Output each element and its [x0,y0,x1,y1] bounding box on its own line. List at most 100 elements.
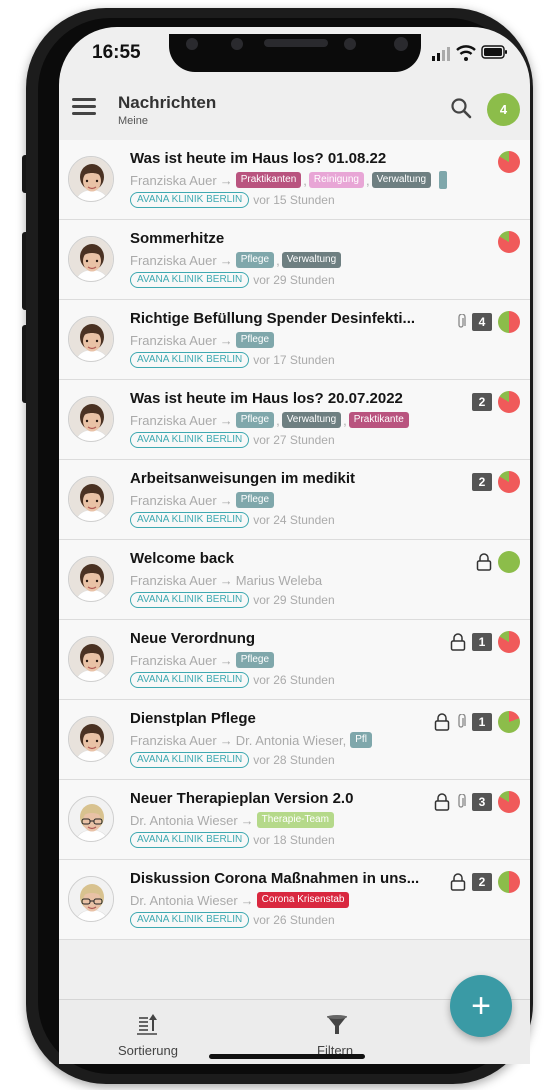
truncated-tag [439,171,448,189]
signal-icon [432,47,450,61]
message-status-icons [498,150,520,174]
battery-icon [481,45,507,59]
message-row[interactable]: Sommerhitze Franziska Auer → Pflege, Verwalt… [59,220,530,300]
read-status-indicator [498,711,520,733]
message-meta: AVANA KLINIK BERLIN vor 15 Stunden [130,192,335,208]
sort-icon[interactable] [136,1012,158,1036]
message-row[interactable]: Arbeitsanweisungen im medikit Franziska A… [59,460,530,540]
message-row[interactable]: Diskussion Corona Maßnahmen in uns... Dr.… [59,860,530,940]
message-meta: AVANA KLINIK BERLIN vor 26 Stunden [130,672,335,688]
organization-badge: AVANA KLINIK BERLIN [130,432,250,448]
filter-icon[interactable] [326,1013,348,1037]
message-row[interactable]: Was ist heute im Haus los? 20.07.2022 Fra… [59,380,530,460]
message-status-icons: 2 [472,470,520,494]
arrow-icon: → [219,652,233,668]
organization-badge: AVANA KLINIK BERLIN [130,592,250,608]
avatar [68,556,114,602]
message-meta: AVANA KLINIK BERLIN vor 29 Stunden [130,592,335,608]
lock-icon [450,633,466,651]
read-status-indicator [498,311,520,333]
read-status-indicator [498,471,520,493]
avatar [68,156,114,202]
message-row[interactable]: Neue Verordnung Franziska Auer → Pflege AVAN… [59,620,530,700]
lock-icon [434,713,450,731]
arrow-icon: → [219,492,233,508]
page-title: Nachrichten [118,93,217,112]
recipient-name: Dr. Antonia Wieser, [235,732,347,748]
message-row[interactable]: Neuer Therapieplan Version 2.0 Dr. Antoni… [59,780,530,860]
message-recipients: Franziska Auer → Pflege [130,651,276,669]
group-tag: Verwaltung [371,172,432,188]
read-status-indicator [498,151,520,173]
group-tag: Pfl [350,732,372,748]
avatar [68,716,114,762]
message-recipients: Franziska Auer → Pflege [130,331,276,349]
organization-badge: AVANA KLINIK BERLIN [130,752,250,768]
message-recipients: Franziska Auer → Praktikanten, Reinigung, Ve… [130,171,448,189]
sender-name: Franziska Auer [130,172,217,188]
menu-icon[interactable] [72,98,96,116]
message-time: vor 17 Stunden [253,353,335,367]
message-time: vor 26 Stunden [253,913,335,927]
sort-label[interactable]: Sortierung [118,1043,178,1058]
arrow-icon: → [240,812,254,828]
arrow-icon: → [240,892,254,908]
message-time: vor 29 Stunden [253,273,335,287]
group-tag: Pflege [235,252,275,268]
message-recipients: Dr. Antonia Wieser → Corona Krisenstab [130,891,351,909]
message-row[interactable]: Welcome back Franziska Auer → Marius Weleba… [59,540,530,620]
lock-icon [434,793,450,811]
reply-count-badge: 1 [472,713,492,731]
organization-badge: AVANA KLINIK BERLIN [130,352,250,368]
reply-count-badge: 1 [472,633,492,651]
organization-badge: AVANA KLINIK BERLIN [130,512,250,528]
sender-name: Franziska Auer [130,732,217,748]
tag-separator: , [343,412,347,428]
tag-separator: , [303,172,307,188]
message-row[interactable]: Richtige Befüllung Spender Desinfekti...… [59,300,530,380]
message-status-icons: 2 [472,390,520,414]
organization-badge: AVANA KLINIK BERLIN [130,672,250,688]
group-tag: Pflege [235,412,275,428]
sender-name: Dr. Antonia Wieser [130,812,238,828]
message-meta: AVANA KLINIK BERLIN vor 27 Stunden [130,432,335,448]
avatar [68,316,114,362]
message-row[interactable]: Was ist heute im Haus los? 01.08.22 Franz… [59,140,530,220]
page-subtitle: Meine [118,115,148,127]
sender-name: Franziska Auer [130,652,217,668]
message-meta: AVANA KLINIK BERLIN vor 29 Stunden [130,272,335,288]
avatar [68,236,114,282]
sender-name: Franziska Auer [130,332,217,348]
message-row[interactable]: Dienstplan Pflege Franziska Auer → Dr. Anto… [59,700,530,780]
sender-name: Franziska Auer [130,572,217,588]
group-tag: Pflege [235,332,275,348]
reply-count-badge: 2 [472,873,492,891]
message-meta: AVANA KLINIK BERLIN vor 26 Stunden [130,912,335,928]
read-status-indicator [498,631,520,653]
message-meta: AVANA KLINIK BERLIN vor 24 Stunden [130,512,335,528]
message-status-icons: 1 [450,630,520,654]
avatar [68,396,114,442]
message-recipients: Franziska Auer → Marius Weleba [130,571,326,589]
group-tag: Verwaltung [281,252,342,268]
notification-count-badge[interactable]: 4 [487,93,520,126]
message-subject: Diskussion Corona Maßnahmen in uns... [130,870,420,887]
wifi-icon [456,45,476,61]
message-meta: AVANA KLINIK BERLIN vor 28 Stunden [130,752,335,768]
avatar [68,476,114,522]
arrow-icon: → [219,412,233,428]
arrow-icon: → [219,332,233,348]
sensor-icon [231,38,243,50]
read-status-indicator [498,391,520,413]
message-time: vor 27 Stunden [253,433,335,447]
group-tag: Praktikanten [235,172,302,188]
message-subject: Richtige Befüllung Spender Desinfekti... [130,310,416,327]
message-time: vor 28 Stunden [253,753,335,767]
message-subject: Was ist heute im Haus los? 20.07.2022 [130,390,403,407]
reply-count-badge: 4 [472,313,492,331]
arrow-icon: → [219,572,233,588]
front-camera-icon [186,38,198,50]
message-time: vor 26 Stunden [253,673,335,687]
new-message-button[interactable]: + [450,975,512,1037]
search-icon[interactable] [450,97,472,119]
